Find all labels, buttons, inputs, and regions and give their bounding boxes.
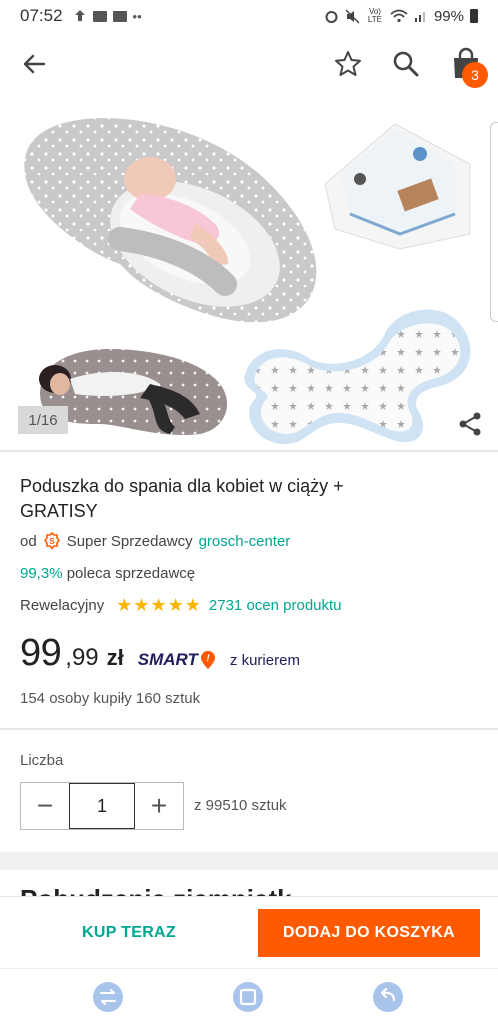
- back-nav-icon[interactable]: [372, 981, 404, 1013]
- share-icon[interactable]: [456, 410, 484, 438]
- stock-text: z 99510 sztuk: [194, 797, 287, 814]
- product-gallery[interactable]: 1/16: [0, 94, 498, 450]
- star-filled-icon: ★: [116, 595, 133, 615]
- divider: [0, 450, 498, 452]
- nest-pillow-image: [24, 118, 317, 323]
- divider: [0, 728, 498, 730]
- quantity-input[interactable]: 1: [69, 783, 135, 829]
- gallery-counter: 1/16: [18, 406, 68, 434]
- recommend-row: 99,3% poleca sprzedawcę: [20, 565, 195, 582]
- seller-name-link[interactable]: grosch-center: [199, 533, 291, 550]
- product-title: Poduszka do spania dla kobiet w ciąży + …: [20, 476, 344, 521]
- cart-count-badge[interactable]: 3: [462, 62, 488, 88]
- price-decimal: ,99: [65, 644, 99, 671]
- price-row: 99 ,99 zł SMART ! z kurierem: [20, 632, 300, 675]
- recommend-text: poleca sprzedawcę: [66, 565, 196, 582]
- add-to-cart-button[interactable]: DODAJ DO KOSZYKA: [258, 909, 480, 957]
- mail-icon: [92, 10, 107, 22]
- search-icon[interactable]: [390, 48, 422, 80]
- wifi-icon: [390, 9, 408, 23]
- upload-icon: [74, 10, 85, 21]
- smart-label: SMART: [137, 650, 198, 669]
- recommend-percent[interactable]: 99,3%: [20, 565, 63, 582]
- alarm-icon: [325, 10, 338, 23]
- rating-stars: ★ ★ ★ ★ ★: [116, 595, 201, 616]
- price-main: 99: [20, 632, 62, 674]
- app-bar: [0, 32, 498, 94]
- battery-percent: 99%: [433, 7, 464, 25]
- star-filled-icon: ★: [167, 595, 184, 615]
- volte-icon: Vo) LTE: [367, 7, 382, 24]
- super-seller-label: Super Sprzedawcy: [66, 532, 193, 550]
- price-currency: zł: [106, 645, 124, 670]
- signal-icon: [414, 12, 425, 22]
- butterfly-pillow-image: [244, 309, 471, 444]
- super-seller-icon: S: [43, 532, 60, 550]
- star-filled-icon: ★: [184, 595, 201, 615]
- more-dots-icon: ••: [132, 8, 142, 24]
- rating-label: Rewelacyjny: [20, 597, 105, 614]
- smart-pin-icon: !: [200, 651, 215, 669]
- gallery-scroll-tab[interactable]: [490, 122, 498, 322]
- star-outline-icon[interactable]: [332, 48, 364, 80]
- back-arrow-icon[interactable]: [18, 48, 50, 80]
- status-bar: 07:52 •• Vo) LTE 99%: [0, 0, 498, 32]
- buy-now-button[interactable]: KUP TERAZ: [20, 909, 238, 957]
- battery-icon: [470, 9, 478, 23]
- quantity-stepper: − 1 +: [20, 782, 184, 830]
- seller-prefix: od: [20, 532, 37, 550]
- quantity-label: Liczba: [20, 752, 64, 769]
- notification-icons: ••: [73, 9, 142, 24]
- mute-icon: [345, 8, 360, 24]
- svg-text:!: !: [206, 653, 209, 663]
- muslin-swaddles-image: [324, 123, 471, 250]
- increment-button[interactable]: +: [135, 783, 183, 829]
- decrement-button[interactable]: −: [21, 783, 69, 829]
- purchase-action-bar: KUP TERAZ DODAJ DO KOSZYKA: [0, 896, 498, 968]
- star-filled-icon: ★: [150, 595, 167, 615]
- star-filled-icon: ★: [133, 595, 150, 615]
- svg-text:S: S: [49, 537, 55, 546]
- seller-row: od S Super Sprzedawcy grosch-center: [20, 532, 290, 550]
- status-right: Vo) LTE 99%: [324, 8, 478, 25]
- recent-apps-icon[interactable]: [92, 981, 124, 1013]
- rating-row: Rewelacyjny ★ ★ ★ ★ ★ 2731 ocen produktu: [20, 595, 342, 616]
- bought-count: 154 osoby kupiły 160 sztuk: [20, 690, 201, 707]
- rating-count-link[interactable]: 2731 ocen produktu: [209, 597, 342, 614]
- smart-badge[interactable]: SMART !: [138, 650, 216, 670]
- section-separator: [0, 852, 498, 870]
- mail-icon: [112, 10, 127, 22]
- system-nav-bar: [0, 968, 498, 1024]
- product-image-collage: [24, 118, 471, 444]
- home-icon[interactable]: [232, 981, 264, 1013]
- delivery-text: z kurierem: [229, 652, 300, 669]
- status-time: 07:52: [20, 6, 63, 25]
